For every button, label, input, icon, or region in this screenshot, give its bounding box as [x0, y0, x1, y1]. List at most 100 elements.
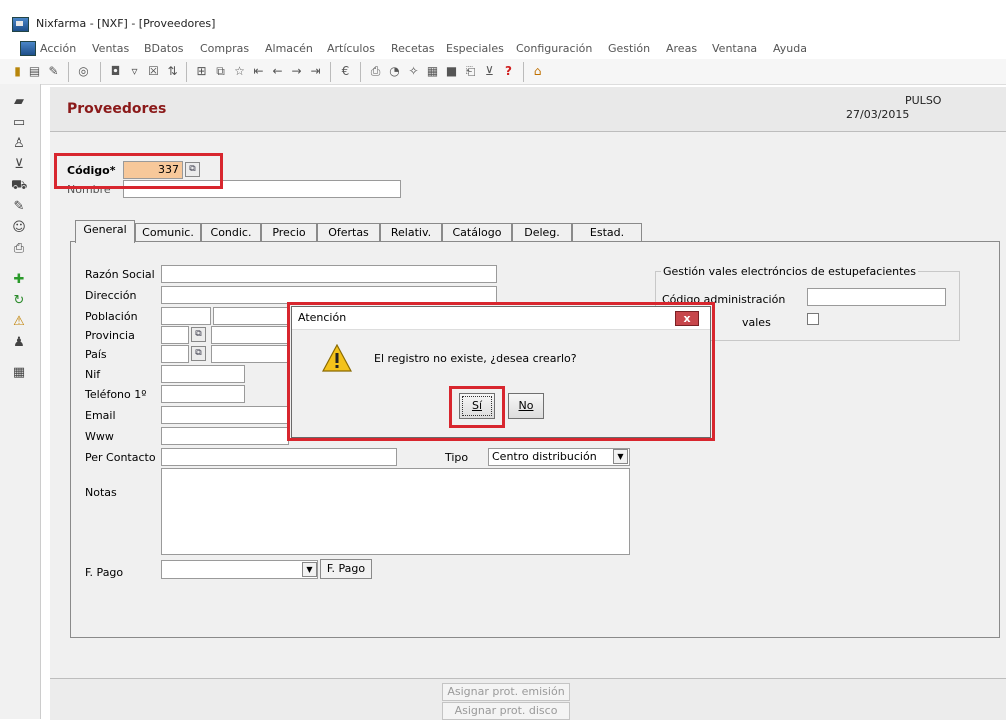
- filter-icon[interactable]: ▿: [127, 64, 142, 79]
- fpago-dropdown-icon[interactable]: ▼: [302, 562, 317, 577]
- prev-record-icon[interactable]: ←: [270, 64, 285, 79]
- cart-icon[interactable]: ⊻: [482, 64, 497, 79]
- tab-precio[interactable]: Precio: [261, 223, 317, 241]
- first-record-icon[interactable]: ⇤: [251, 64, 266, 79]
- nif-input[interactable]: [161, 365, 245, 383]
- tab-relativ[interactable]: Relativ.: [380, 223, 442, 241]
- tab-comunic[interactable]: Comunic.: [135, 223, 201, 241]
- yes-button[interactable]: Sí: [459, 393, 495, 419]
- provincia-name-input[interactable]: [211, 326, 289, 344]
- pais-code-input[interactable]: [161, 345, 189, 363]
- shopping-cart-icon[interactable]: ⊻: [11, 157, 27, 173]
- card-icon[interactable]: ▭: [11, 115, 27, 131]
- favorite-icon[interactable]: ☆: [232, 64, 247, 79]
- toolbar-separator: [330, 62, 331, 82]
- email-label: Email: [85, 409, 116, 422]
- home-icon[interactable]: ⌂: [530, 64, 545, 79]
- print-icon[interactable]: ⎙: [368, 64, 383, 79]
- no-button[interactable]: No: [508, 393, 544, 419]
- menu-gestion[interactable]: Gestión: [608, 42, 650, 55]
- warning-icon[interactable]: ⚠: [11, 314, 27, 330]
- menu-configuracion[interactable]: Configuración: [516, 42, 592, 55]
- document-icon[interactable]: [20, 41, 36, 56]
- cash-register-icon[interactable]: ▰: [11, 94, 27, 110]
- menu-areas[interactable]: Areas: [666, 42, 697, 55]
- per-contacto-input[interactable]: [161, 448, 397, 466]
- next-record-icon[interactable]: →: [289, 64, 304, 79]
- user-search-icon[interactable]: ♙: [11, 136, 27, 152]
- edit-icon[interactable]: ✎: [46, 64, 61, 79]
- asignar-prot-emision-button[interactable]: Asignar prot. emisión: [442, 683, 570, 701]
- direccion-input[interactable]: [161, 286, 497, 304]
- preview-icon[interactable]: ◔: [387, 64, 402, 79]
- asignar-prot-disco-button[interactable]: Asignar prot. disco: [442, 702, 570, 720]
- razon-social-input[interactable]: [161, 265, 497, 283]
- poblacion-input[interactable]: [213, 307, 289, 325]
- fpago-select[interactable]: [161, 560, 318, 579]
- menu-compras[interactable]: Compras: [200, 42, 249, 55]
- provincia-label: Provincia: [85, 329, 135, 342]
- menu-accion[interactable]: Acción: [40, 42, 76, 55]
- pen-icon[interactable]: ✎: [11, 199, 27, 215]
- telefono-input[interactable]: [161, 385, 245, 403]
- warning-icon: [322, 344, 352, 372]
- binoculars-icon[interactable]: ◘: [108, 64, 123, 79]
- pais-name-input[interactable]: [211, 345, 289, 363]
- codigo-lookup-icon[interactable]: ⧉: [185, 162, 200, 177]
- export-icon[interactable]: ⎗: [463, 64, 478, 79]
- menu-almacen[interactable]: Almacén: [265, 42, 313, 55]
- no-button-label: No: [518, 399, 534, 412]
- tab-catalogo[interactable]: Catálogo: [442, 223, 512, 241]
- tab-deleg[interactable]: Deleg.: [512, 223, 572, 241]
- menu-ventas[interactable]: Ventas: [92, 42, 129, 55]
- nombre-input[interactable]: [123, 180, 401, 198]
- codigo-input[interactable]: 337: [123, 161, 183, 179]
- list-icon[interactable]: ▮: [10, 64, 25, 79]
- provincia-lookup-icon[interactable]: ⧉: [191, 327, 206, 342]
- copy-record-icon[interactable]: ⧉: [213, 64, 228, 79]
- toolbar-separator: [100, 62, 101, 82]
- tools-icon[interactable]: ✧: [406, 64, 421, 79]
- help-icon[interactable]: ?: [501, 64, 516, 79]
- tipo-select[interactable]: Centro distribución: [488, 448, 630, 466]
- last-record-icon[interactable]: ⇥: [308, 64, 323, 79]
- refresh-icon[interactable]: ◎: [76, 64, 91, 79]
- menu-ventana[interactable]: Ventana: [712, 42, 757, 55]
- menu-bdatos[interactable]: BDatos: [144, 42, 184, 55]
- menu-ayuda[interactable]: Ayuda: [773, 42, 807, 55]
- truck-icon[interactable]: ⛟: [11, 178, 27, 194]
- grid-icon[interactable]: ▦: [11, 365, 27, 381]
- nombre-label: Nombre: [67, 183, 111, 196]
- provincia-code-input[interactable]: [161, 326, 189, 344]
- close-icon[interactable]: x: [675, 311, 699, 326]
- notas-textarea[interactable]: [161, 468, 630, 555]
- email-input[interactable]: [161, 406, 289, 424]
- www-input[interactable]: [161, 427, 289, 445]
- fpago-button[interactable]: F. Pago: [320, 559, 372, 579]
- codigo-administracion-input[interactable]: [807, 288, 946, 306]
- codigo-postal-input[interactable]: [161, 307, 211, 325]
- printer-icon[interactable]: ⎙: [11, 241, 27, 257]
- pais-lookup-icon[interactable]: ⧉: [191, 346, 206, 361]
- clear-filter-icon[interactable]: ☒: [146, 64, 161, 79]
- users-icon[interactable]: ♟: [11, 335, 27, 351]
- form-icon[interactable]: ▤: [27, 64, 42, 79]
- stop-icon[interactable]: ■: [444, 64, 459, 79]
- toolbar-separator: [523, 62, 524, 82]
- tab-condic[interactable]: Condic.: [201, 223, 261, 241]
- menu-especiales[interactable]: Especiales: [446, 42, 504, 55]
- people-icon[interactable]: ☺: [11, 220, 27, 236]
- euro-icon[interactable]: €: [338, 64, 353, 79]
- tab-general[interactable]: General: [75, 220, 135, 243]
- tipo-dropdown-icon[interactable]: ▼: [613, 449, 628, 464]
- pharmacy-cross-icon[interactable]: ✚: [11, 272, 27, 288]
- sort-icon[interactable]: ⇅: [165, 64, 180, 79]
- vales-checkbox[interactable]: [807, 313, 819, 325]
- menu-articulos[interactable]: Artículos: [327, 42, 375, 55]
- tab-estad[interactable]: Estad.: [572, 223, 642, 241]
- menu-recetas[interactable]: Recetas: [391, 42, 435, 55]
- new-record-icon[interactable]: ⊞: [194, 64, 209, 79]
- calculator-icon[interactable]: ▦: [425, 64, 440, 79]
- tab-ofertas[interactable]: Ofertas: [317, 223, 380, 241]
- sync-icon[interactable]: ↻: [11, 293, 27, 309]
